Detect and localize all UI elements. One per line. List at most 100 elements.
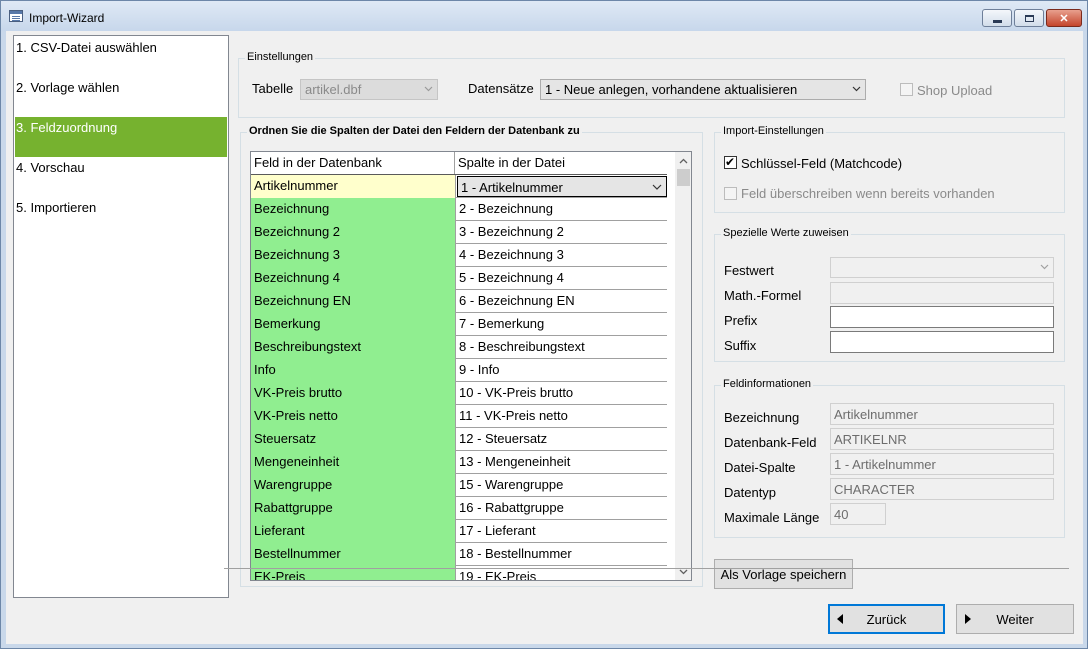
field-cell: Bezeichnung 2 xyxy=(251,221,455,244)
overwrite-label: Feld überschreiben wenn bereits vorhande… xyxy=(741,186,995,201)
step-import[interactable]: 5. Importieren xyxy=(15,197,227,237)
table-row[interactable]: Info 9 - Info xyxy=(251,359,667,382)
table-row[interactable]: Bezeichnung 2 - Bezeichnung xyxy=(251,198,667,221)
db-field-label: Datenbank-Feld xyxy=(724,435,817,450)
column-cell: 1 - Artikelnummer xyxy=(455,175,667,198)
suffix-label: Suffix xyxy=(724,338,757,353)
records-label: Datensätze xyxy=(468,81,534,96)
scroll-down-button[interactable] xyxy=(675,563,691,580)
table-row[interactable]: VK-Preis brutto 10 - VK-Preis brutto xyxy=(251,382,667,405)
window-title: Import-Wizard xyxy=(29,11,105,25)
table-row[interactable]: Bezeichnung 23 - Bezeichnung 2 xyxy=(251,221,667,244)
formula-field[interactable] xyxy=(830,282,1054,304)
arrow-right-icon xyxy=(965,614,971,624)
formula-label: Math.-Formel xyxy=(724,288,802,303)
grid-header: Feld in der Datenbank Spalte in der Date… xyxy=(251,152,667,175)
table-row[interactable]: Rabattgruppe 16 - Rabattgruppe xyxy=(251,497,667,520)
scroll-thumb[interactable] xyxy=(677,169,690,186)
column-select[interactable]: 1 - Artikelnummer xyxy=(457,176,667,197)
table-select[interactable]: artikel.dbf xyxy=(300,79,438,100)
key-field-label: Schlüssel-Feld (Matchcode) xyxy=(741,156,903,171)
overwrite-checkbox[interactable] xyxy=(724,187,737,200)
next-button[interactable]: Weiter xyxy=(956,604,1074,634)
column-cell: 5 - Bezeichnung 4 xyxy=(455,267,667,290)
column-header-column[interactable]: Spalte in der Datei xyxy=(455,152,667,174)
table-row[interactable]: Bezeichnung 45 - Bezeichnung 4 xyxy=(251,267,667,290)
column-select-value: 1 - Artikelnummer xyxy=(461,180,563,195)
key-field-checkbox[interactable]: ✔ xyxy=(724,155,737,169)
field-cell: Rabattgruppe xyxy=(251,497,455,520)
table-row[interactable]: Bemerkung 7 - Bemerkung xyxy=(251,313,667,336)
column-header-field[interactable]: Feld in der Datenbank xyxy=(251,152,455,174)
column-cell: 16 - Rabattgruppe xyxy=(455,497,667,520)
field-cell: VK-Preis netto xyxy=(251,405,455,428)
field-cell: Lieferant xyxy=(251,520,455,543)
mapping-grid[interactable]: Feld in der Datenbank Spalte in der Date… xyxy=(250,151,692,581)
column-cell: 2 - Bezeichnung xyxy=(455,198,667,221)
step-csv-file[interactable]: 1. CSV-Datei auswählen xyxy=(15,37,227,77)
file-column-label: Datei-Spalte xyxy=(724,460,796,475)
max-length-label: Maximale Länge xyxy=(724,510,820,525)
column-cell: 4 - Bezeichnung 3 xyxy=(455,244,667,267)
maximize-button[interactable] xyxy=(1014,9,1044,27)
prefix-field[interactable] xyxy=(830,306,1054,328)
table-row[interactable]: Warengruppe 15 - Warengruppe xyxy=(251,474,667,497)
app-icon xyxy=(9,10,23,22)
step-field-mapping[interactable]: 3. Feldzuordnung xyxy=(15,117,227,157)
table-row[interactable]: Bezeichnung EN 6 - Bezeichnung EN xyxy=(251,290,667,313)
fixed-value-select[interactable] xyxy=(830,257,1054,278)
chevron-down-icon xyxy=(424,86,433,92)
column-cell: 8 - Beschreibungstext xyxy=(455,336,667,359)
step-template[interactable]: 2. Vorlage wählen xyxy=(15,77,227,117)
db-field-value: ARTIKELNR xyxy=(830,428,1054,450)
column-cell: 11 - VK-Preis netto xyxy=(455,405,667,428)
table-row[interactable]: Lieferant 17 - Lieferant xyxy=(251,520,667,543)
minimize-button[interactable] xyxy=(982,9,1012,27)
table-row[interactable]: Mengeneinheit 13 - Mengeneinheit xyxy=(251,451,667,474)
next-button-label: Weiter xyxy=(996,611,1034,627)
column-cell: 12 - Steuersatz xyxy=(455,428,667,451)
back-button[interactable]: Zurück xyxy=(828,604,945,634)
table-row[interactable]: Artikelnummer 1 - Artikelnummer xyxy=(251,175,667,198)
table-row[interactable]: VK-Preis netto 11 - VK-Preis netto xyxy=(251,405,667,428)
field-cell: Artikelnummer xyxy=(251,175,455,198)
table-row[interactable]: Bezeichnung 34 - Bezeichnung 3 xyxy=(251,244,667,267)
field-cell: Bezeichnung xyxy=(251,198,455,221)
settings-group-title: Einstellungen xyxy=(245,51,316,63)
records-select-value: 1 - Neue anlegen, vorhandene aktualisier… xyxy=(545,82,798,97)
table-row[interactable]: Beschreibungstext 8 - Beschreibungstext xyxy=(251,336,667,359)
separator xyxy=(224,568,1069,569)
field-cell: Steuersatz xyxy=(251,428,455,451)
field-info-group-title: Feldinformationen xyxy=(721,378,814,390)
close-button[interactable]: ✕ xyxy=(1046,9,1082,27)
file-column-value: 1 - Artikelnummer xyxy=(830,453,1054,475)
table-select-value: artikel.dbf xyxy=(305,82,362,97)
chevron-down-icon xyxy=(1040,264,1049,270)
chevron-down-icon xyxy=(852,86,861,92)
records-select[interactable]: 1 - Neue anlegen, vorhandene aktualisier… xyxy=(540,79,866,100)
shop-upload-checkbox[interactable] xyxy=(900,83,913,96)
mapping-group-title: Ordnen Sie die Spalten der Datei den Fel… xyxy=(247,125,582,137)
step-preview[interactable]: 4. Vorschau xyxy=(15,157,227,197)
grid-vertical-scrollbar[interactable] xyxy=(675,152,691,580)
field-cell: Bemerkung xyxy=(251,313,455,336)
field-cell: Mengeneinheit xyxy=(251,451,455,474)
table-row[interactable]: Bestellnummer 18 - Bestellnummer xyxy=(251,543,667,566)
suffix-field[interactable] xyxy=(830,331,1054,353)
field-cell: Info xyxy=(251,359,455,382)
save-template-button[interactable]: Als Vorlage speichern xyxy=(714,559,853,589)
field-cell: VK-Preis brutto xyxy=(251,382,455,405)
import-settings-group-title: Import-Einstellungen xyxy=(721,125,826,137)
column-cell: 7 - Bemerkung xyxy=(455,313,667,336)
maximize-icon xyxy=(1024,14,1034,22)
max-length-value: 40 xyxy=(830,503,886,525)
table-row[interactable]: Steuersatz 12 - Steuersatz xyxy=(251,428,667,451)
column-cell: 18 - Bestellnummer xyxy=(455,543,667,566)
field-cell: Bestellnummer xyxy=(251,543,455,566)
chevron-down-icon xyxy=(679,569,688,574)
scroll-up-button[interactable] xyxy=(675,152,691,169)
column-cell: 15 - Warengruppe xyxy=(455,474,667,497)
close-icon: ✕ xyxy=(1059,12,1069,25)
shop-upload-label: Shop Upload xyxy=(917,83,993,98)
title-bar: Import-Wizard ✕ xyxy=(1,1,1087,31)
